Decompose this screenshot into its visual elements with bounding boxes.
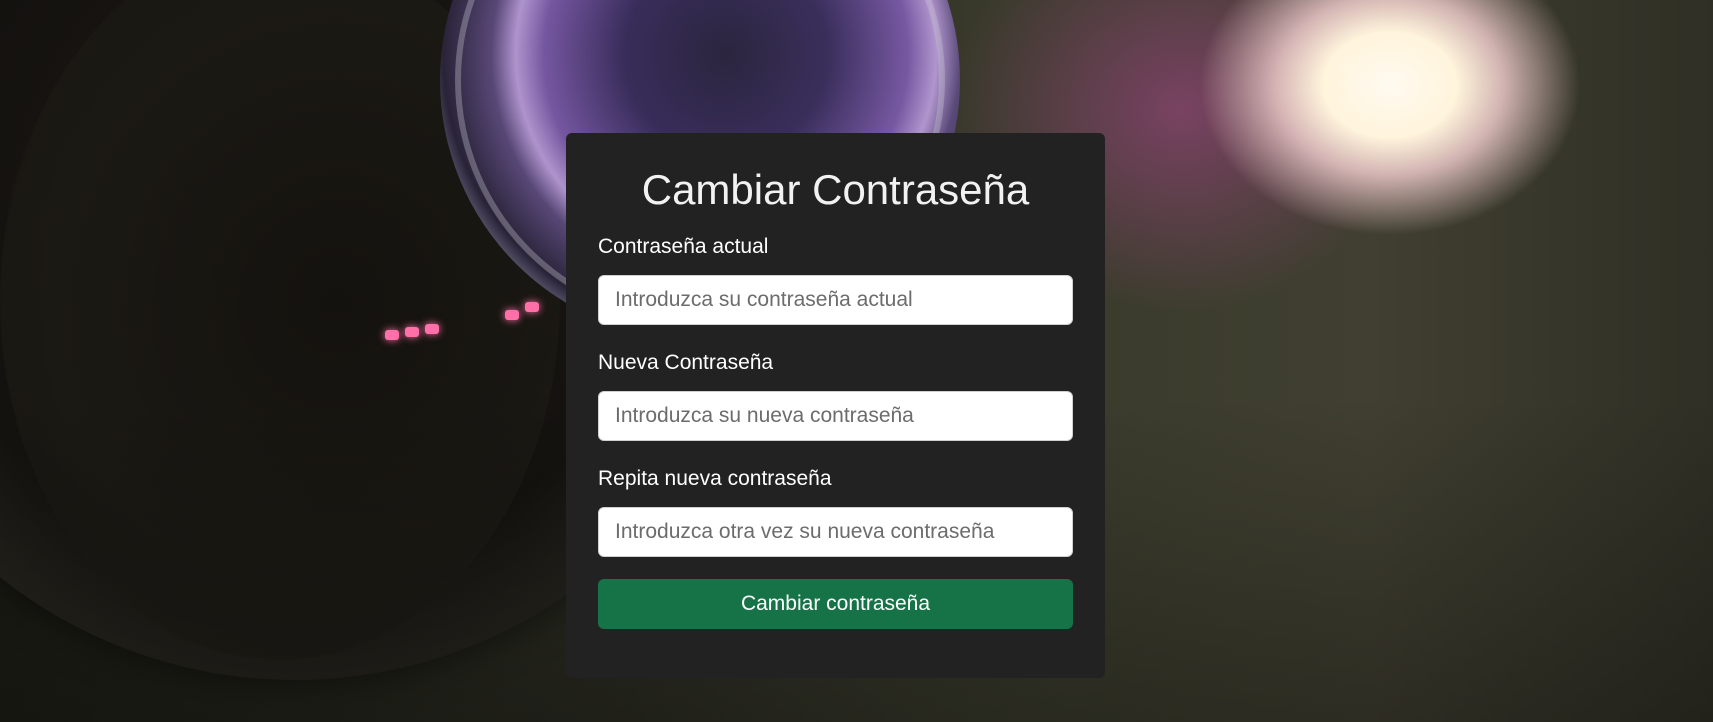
change-password-form: Contraseña actual Nueva Contraseña Repit… <box>598 233 1073 629</box>
change-password-button[interactable]: Cambiar contraseña <box>598 579 1073 629</box>
confirm-password-input[interactable] <box>598 507 1073 557</box>
page-title: Cambiar Contraseña <box>641 166 1030 213</box>
confirm-password-group: Repita nueva contraseña <box>598 465 1073 557</box>
new-password-label: Nueva Contraseña <box>598 351 774 374</box>
current-password-input[interactable] <box>598 275 1073 325</box>
change-password-card: Cambiar Contraseña Contraseña actual Nue… <box>566 133 1105 678</box>
new-password-input[interactable] <box>598 391 1073 441</box>
confirm-password-label: Repita nueva contraseña <box>598 467 832 490</box>
current-password-label: Contraseña actual <box>598 235 769 258</box>
new-password-group: Nueva Contraseña <box>598 349 1073 441</box>
current-password-group: Contraseña actual <box>598 233 1073 325</box>
